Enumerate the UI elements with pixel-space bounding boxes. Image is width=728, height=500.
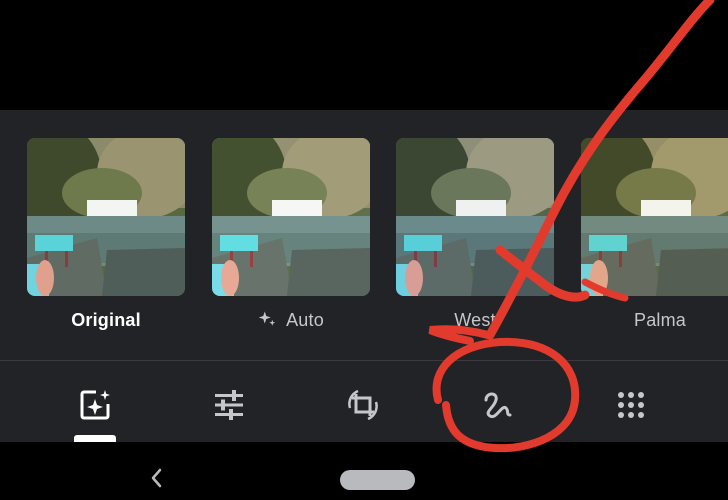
suggestions-tool-button[interactable] [73, 383, 117, 427]
filter-thumbnail[interactable] [581, 138, 728, 296]
photo-editor-panel: Original Auto West Palma [0, 110, 728, 442]
filter-west[interactable]: West [396, 138, 556, 338]
active-tool-indicator [74, 435, 116, 442]
auto-enhance-icon [80, 390, 110, 420]
more-tools-button[interactable] [609, 383, 653, 427]
filters-strip[interactable]: Original Auto West Palma [0, 110, 728, 360]
markup-tool-button[interactable] [475, 383, 519, 427]
filter-label: Original [71, 310, 141, 330]
filter-palma[interactable]: Palma [581, 138, 728, 338]
grid-dots-icon [618, 392, 644, 418]
adjust-tool-button[interactable] [207, 383, 251, 427]
sparkle-icon [258, 311, 276, 326]
filter-label: West [454, 310, 496, 330]
crop-rotate-icon [348, 389, 378, 421]
filter-thumbnail[interactable] [27, 138, 185, 296]
filter-label: Palma [633, 310, 687, 330]
filter-thumbnail[interactable] [212, 138, 370, 296]
chevron-left-icon[interactable] [146, 466, 166, 490]
sliders-icon [215, 390, 243, 420]
filter-label-row: Auto [212, 310, 370, 331]
system-navigation-bar [0, 442, 728, 500]
top-black-area [0, 0, 728, 110]
filter-original[interactable]: Original [27, 138, 187, 338]
filter-label: Auto [286, 310, 324, 330]
editor-toolbar [0, 361, 728, 442]
squiggle-draw-icon [484, 392, 512, 419]
filter-auto[interactable]: Auto [212, 138, 372, 338]
home-pill-button[interactable] [340, 470, 415, 490]
filter-thumbnail[interactable] [396, 138, 554, 296]
crop-rotate-tool-button[interactable] [341, 383, 385, 427]
